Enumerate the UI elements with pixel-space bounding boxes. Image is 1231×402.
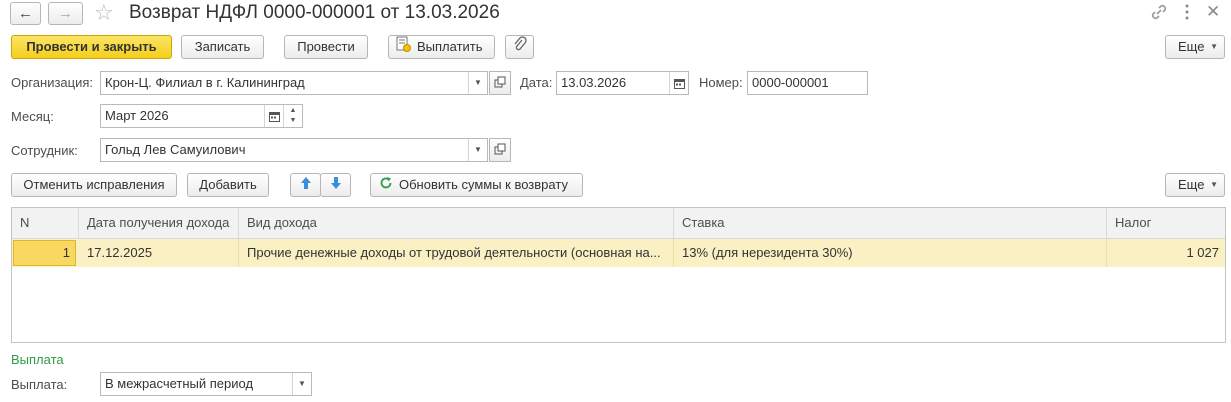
- chevron-down-icon[interactable]: ▼: [284, 116, 302, 127]
- month-value: Март 2026: [105, 108, 169, 123]
- number-label: Номер:: [699, 75, 743, 90]
- pay-button[interactable]: Выплатить: [388, 35, 495, 59]
- add-row-button[interactable]: Добавить: [187, 173, 269, 197]
- column-header-tax[interactable]: Налог: [1107, 208, 1225, 239]
- refresh-icon: [379, 175, 393, 197]
- cancel-corrections-button[interactable]: Отменить исправления: [11, 173, 177, 197]
- payment-label: Выплата:: [11, 377, 68, 392]
- calendar-icon[interactable]: [264, 105, 283, 127]
- income-table[interactable]: N Дата получения дохода Вид дохода Ставк…: [11, 207, 1226, 343]
- column-header-rate[interactable]: Ставка: [674, 208, 1107, 239]
- chevron-up-icon[interactable]: ▲: [284, 105, 302, 116]
- cell-tax[interactable]: 1 027: [1107, 239, 1225, 267]
- arrow-down-icon: [330, 175, 342, 197]
- payment-doc-icon: [395, 36, 411, 59]
- month-field[interactable]: Март 2026 ▲ ▼: [100, 104, 303, 128]
- employee-label: Сотрудник:: [11, 143, 78, 158]
- date-label: Дата:: [520, 75, 553, 90]
- vertical-dots-icon[interactable]: [1182, 3, 1192, 21]
- employee-field[interactable]: Гольд Лев Самуилович ▼: [100, 138, 488, 162]
- refresh-sums-button[interactable]: Обновить суммы к возврату: [370, 173, 583, 197]
- refresh-sums-label: Обновить суммы к возврату: [399, 177, 568, 192]
- cell-rate[interactable]: 13% (для нерезидента 30%): [674, 239, 1107, 267]
- table-more-label: Еще: [1178, 177, 1205, 192]
- attach-button[interactable]: [505, 35, 534, 59]
- number-field[interactable]: 0000-000001: [747, 71, 868, 95]
- move-down-button[interactable]: [320, 173, 351, 197]
- post-and-close-button[interactable]: Провести и закрыть: [11, 35, 172, 59]
- more-button-label: Еще: [1178, 39, 1205, 54]
- column-header-n[interactable]: N: [12, 208, 79, 239]
- arrow-up-icon: [300, 175, 312, 197]
- table-row[interactable]: 1 17.12.2025 Прочие денежные доходы от т…: [12, 239, 1225, 267]
- open-employee-button[interactable]: [489, 138, 511, 162]
- date-field[interactable]: 13.03.2026: [556, 71, 689, 95]
- open-organization-button[interactable]: [489, 71, 511, 95]
- forward-button[interactable]: →: [48, 2, 83, 25]
- payment-value: В межрасчетный период: [105, 376, 254, 391]
- cell-income-date[interactable]: 17.12.2025: [79, 239, 239, 267]
- cell-n[interactable]: 1: [13, 240, 76, 266]
- organization-label: Организация:: [11, 75, 94, 90]
- month-spinner[interactable]: ▲ ▼: [283, 105, 302, 127]
- chevron-down-icon: ▼: [1210, 42, 1218, 51]
- paperclip-icon: [513, 36, 527, 59]
- table-more-button[interactable]: Еще ▼: [1165, 173, 1225, 197]
- dropdown-arrow-icon[interactable]: ▼: [468, 72, 487, 94]
- back-button[interactable]: ←: [10, 2, 41, 25]
- close-icon[interactable]: ✕: [1206, 2, 1220, 22]
- arrow-left-icon: ←: [18, 5, 33, 22]
- payment-section-title: Выплата: [11, 352, 64, 367]
- link-icon[interactable]: [1149, 2, 1169, 22]
- date-value: 13.03.2026: [561, 75, 627, 90]
- cell-income-type[interactable]: Прочие денежные доходы от трудовой деяте…: [239, 239, 674, 267]
- page-title: Возврат НДФЛ 0000-000001 от 13.03.2026: [129, 2, 500, 23]
- more-button[interactable]: Еще ▼: [1165, 35, 1225, 59]
- open-window-icon: [494, 140, 506, 162]
- organization-value: Крон-Ц. Филиал в г. Калининград: [105, 75, 305, 90]
- organization-field[interactable]: Крон-Ц. Филиал в г. Калининград ▼: [100, 71, 488, 95]
- dropdown-arrow-icon[interactable]: ▼: [292, 373, 311, 395]
- save-button[interactable]: Записать: [181, 35, 264, 59]
- open-window-icon: [494, 73, 506, 95]
- dropdown-arrow-icon[interactable]: ▼: [468, 139, 487, 161]
- column-header-income-date[interactable]: Дата получения дохода: [79, 208, 239, 239]
- number-value: 0000-000001: [752, 75, 829, 90]
- column-header-income-type[interactable]: Вид дохода: [239, 208, 674, 239]
- month-label: Месяц:: [11, 109, 54, 124]
- move-up-button[interactable]: [290, 173, 321, 197]
- pay-button-label: Выплатить: [417, 39, 483, 54]
- post-button[interactable]: Провести: [284, 35, 368, 59]
- arrow-right-icon: →: [58, 5, 73, 22]
- chevron-down-icon: ▼: [1210, 180, 1218, 189]
- favorite-star-icon[interactable]: ☆: [94, 1, 114, 25]
- employee-value: Гольд Лев Самуилович: [105, 142, 246, 157]
- calendar-icon[interactable]: [669, 72, 688, 94]
- payment-select[interactable]: В межрасчетный период ▼: [100, 372, 312, 396]
